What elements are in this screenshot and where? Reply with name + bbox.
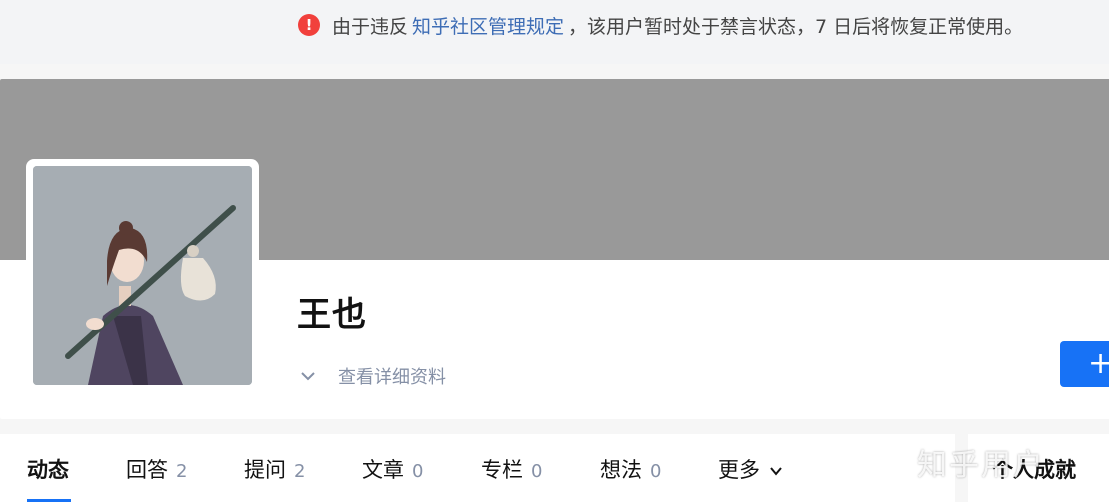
profile-header-card: 王也 查看详细资料 + <box>0 79 1109 419</box>
tab-label: 想法 <box>600 458 642 482</box>
tab-count: 0 <box>412 461 424 482</box>
follow-button[interactable]: + <box>1060 341 1109 387</box>
tab-columns[interactable]: 专栏 0 <box>481 454 542 484</box>
ban-notice: ! 由于违反 知乎社区管理规定 ，该用户暂时处于禁言状态，7 日后将恢复正常使用… <box>298 11 1023 39</box>
exclamation-circle-icon: ! <box>298 14 320 36</box>
achievements-card: 个人成就 <box>968 434 1109 502</box>
tab-label: 动态 <box>27 458 69 482</box>
view-details-toggle[interactable]: 查看详细资料 <box>298 363 446 389</box>
ban-notice-bar: ! 由于违反 知乎社区管理规定 ，该用户暂时处于禁言状态，7 日后将恢复正常使用… <box>0 0 1109 64</box>
tab-label: 提问 <box>244 458 286 482</box>
tab-label: 回答 <box>126 458 168 482</box>
chevron-down-icon <box>769 467 782 476</box>
profile-tabs: 动态 回答 2 提问 2 文章 0 专栏 0 想法 0 更多 <box>0 434 955 502</box>
view-details-label: 查看详细资料 <box>338 367 446 388</box>
tab-label: 专栏 <box>481 458 523 482</box>
tab-count: 0 <box>531 461 543 482</box>
tab-count: 0 <box>650 461 662 482</box>
tab-count: 2 <box>176 461 188 482</box>
tab-questions[interactable]: 提问 2 <box>244 454 305 484</box>
notice-suffix: ，该用户暂时处于禁言状态，7 日后将恢复正常使用。 <box>568 15 1024 38</box>
notice-prefix: 由于违反 <box>332 15 409 38</box>
community-rules-link[interactable]: 知乎社区管理规定 <box>412 12 564 39</box>
tab-answers[interactable]: 回答 2 <box>126 454 187 484</box>
tab-activity[interactable]: 动态 <box>27 454 69 484</box>
plus-icon: + <box>1088 346 1109 381</box>
chevron-down-icon <box>301 372 315 381</box>
tab-count: 2 <box>294 461 306 482</box>
tab-articles[interactable]: 文章 0 <box>362 454 423 484</box>
tab-more[interactable]: 更多 <box>718 454 783 484</box>
tab-label: 更多 <box>718 458 760 482</box>
tab-thoughts[interactable]: 想法 0 <box>600 454 661 484</box>
tab-label: 文章 <box>362 458 404 482</box>
avatar-image <box>33 166 252 385</box>
username: 王也 <box>297 295 367 335</box>
avatar[interactable] <box>26 159 259 392</box>
achievements-title: 个人成就 <box>992 458 1076 482</box>
